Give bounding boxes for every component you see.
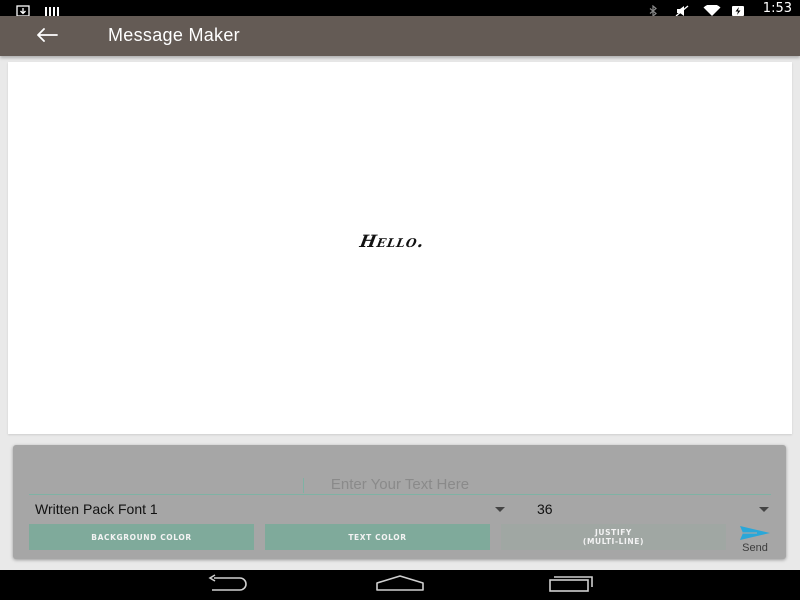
navigation-bar xyxy=(0,570,800,600)
status-time: 1:53 xyxy=(762,0,792,16)
nav-home-button[interactable] xyxy=(375,574,425,596)
nav-back-icon xyxy=(206,574,252,596)
font-size-select[interactable]: 36 xyxy=(531,499,773,521)
bluetooth-icon xyxy=(647,2,661,18)
nav-recent-icon xyxy=(548,574,594,596)
text-cursor xyxy=(303,478,304,493)
dropdown-arrow-icon xyxy=(495,507,505,512)
battery-charging-icon xyxy=(731,2,745,16)
dropdown-arrow-icon xyxy=(759,507,769,512)
nav-back-button[interactable] xyxy=(204,574,254,596)
signal-bars-icon xyxy=(44,2,59,16)
status-bar: 1:53 xyxy=(0,0,800,18)
wifi-icon xyxy=(703,2,721,16)
page-title: Message Maker xyxy=(108,25,240,45)
send-icon xyxy=(739,525,770,541)
font-select-value: Written Pack Font 1 xyxy=(35,501,158,517)
text-color-button[interactable]: TEXT COLOR xyxy=(265,524,490,550)
send-button[interactable]: Send xyxy=(733,523,779,555)
status-bar-right: 1:53 xyxy=(647,0,792,18)
back-button[interactable] xyxy=(30,22,64,50)
font-select[interactable]: Written Pack Font 1 xyxy=(29,499,509,521)
font-size-select-value: 36 xyxy=(537,501,553,517)
status-bar-left xyxy=(16,2,59,17)
nav-home-icon xyxy=(375,574,425,596)
background-color-button[interactable]: BACKGROUND COLOR xyxy=(29,524,254,550)
message-text-input[interactable] xyxy=(29,475,771,495)
mute-icon xyxy=(675,2,689,17)
editor-panel: Written Pack Font 1 36 BACKGROUND COLOR … xyxy=(13,445,786,559)
arrow-back-icon xyxy=(36,27,58,46)
app-bar: Message Maker xyxy=(0,16,800,56)
message-preview-canvas: Hello. xyxy=(8,62,792,434)
preview-message-text: Hello. xyxy=(358,232,427,252)
download-icon xyxy=(16,2,30,17)
nav-recent-button[interactable] xyxy=(546,574,596,596)
justify-button[interactable]: JUSTIFY (MULTI-LINE) xyxy=(501,524,726,550)
send-label: Send xyxy=(742,542,768,554)
